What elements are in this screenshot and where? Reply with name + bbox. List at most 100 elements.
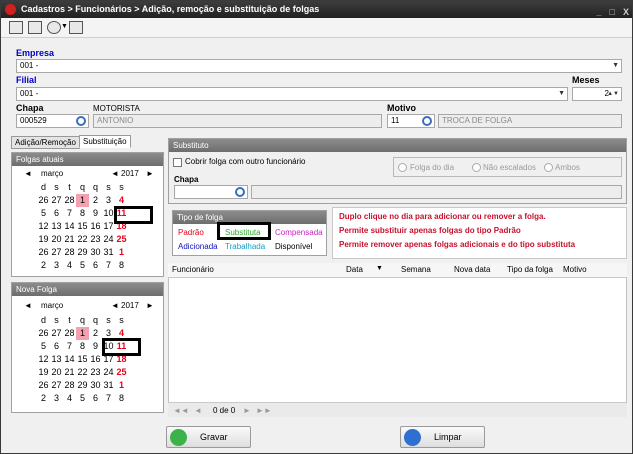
- calendar-day[interactable]: 8: [76, 340, 89, 353]
- users-icon[interactable]: [69, 21, 83, 34]
- calendar-day[interactable]: 13: [50, 220, 63, 233]
- calendar-day[interactable]: 31: [102, 246, 115, 259]
- meses-stepper[interactable]: 2 ▲▼: [572, 87, 622, 101]
- calendar-day[interactable]: 15: [76, 353, 89, 366]
- search-icon[interactable]: [422, 116, 432, 126]
- calendar-day[interactable]: 20: [50, 366, 63, 379]
- calendar-day[interactable]: 20: [50, 233, 63, 246]
- prev-month-button[interactable]: ◄: [24, 301, 32, 310]
- motivo-input[interactable]: 11: [387, 114, 435, 128]
- calendar-day[interactable]: 26: [37, 327, 50, 340]
- calendar-day[interactable]: 12: [37, 353, 50, 366]
- calendar-day[interactable]: 9: [89, 207, 102, 220]
- sort-down-icon[interactable]: ▼: [376, 265, 383, 272]
- calendar-day[interactable]: 23: [89, 366, 102, 379]
- calendar-day[interactable]: 16: [89, 220, 102, 233]
- calendar-day[interactable]: 19: [37, 366, 50, 379]
- col-nova-data[interactable]: Nova data: [454, 265, 490, 274]
- prev-month-button[interactable]: ◄: [24, 169, 32, 178]
- calendar-day[interactable]: 7: [63, 207, 76, 220]
- calendar-day[interactable]: 6: [89, 392, 102, 405]
- calendar-day[interactable]: 21: [63, 233, 76, 246]
- ambos-radio[interactable]: [544, 163, 553, 172]
- col-semana[interactable]: Semana: [401, 265, 431, 274]
- calendar-day[interactable]: 28: [63, 379, 76, 392]
- calendar-day[interactable]: 29: [76, 246, 89, 259]
- calendar-day[interactable]: 8: [115, 392, 128, 405]
- next-year-button[interactable]: ►: [146, 169, 154, 178]
- calendar-day[interactable]: 1: [115, 379, 128, 392]
- folgas-atuais-calendar[interactable]: d s t q q s s 26 27 28 1 2 3 4 5 6 7 8 9 10 11 12 13 14 15 16 17 18…: [37, 181, 128, 272]
- first-page-button[interactable]: ◄◄: [173, 406, 189, 415]
- exit-icon[interactable]: [9, 21, 23, 34]
- folga-do-dia-radio[interactable]: [398, 163, 407, 172]
- substituto-chapa-input[interactable]: [174, 185, 248, 199]
- calendar-day[interactable]: 5: [37, 340, 50, 353]
- col-motivo[interactable]: Motivo: [563, 265, 587, 274]
- calendar-day[interactable]: 28: [63, 246, 76, 259]
- calendar-day[interactable]: 5: [76, 259, 89, 272]
- calendar-day[interactable]: 16: [89, 353, 102, 366]
- save-button[interactable]: Gravar: [166, 426, 251, 448]
- calendar-day[interactable]: 3: [50, 392, 63, 405]
- calendar-day[interactable]: 2: [37, 392, 50, 405]
- calendar-day[interactable]: 26: [37, 379, 50, 392]
- filial-select[interactable]: 001 - ▼: [16, 87, 568, 101]
- calendar-day[interactable]: 13: [50, 353, 63, 366]
- chapa-input[interactable]: 000529: [16, 114, 89, 128]
- calendar-day[interactable]: 26: [37, 194, 50, 207]
- calendar-day[interactable]: 6: [50, 340, 63, 353]
- calendar-day[interactable]: 12: [37, 220, 50, 233]
- calendar-day[interactable]: 30: [89, 246, 102, 259]
- col-tipo-folga[interactable]: Tipo da folga: [507, 265, 553, 274]
- tab-adicao-remocao[interactable]: Adição/Remoção: [11, 136, 80, 149]
- search-icon[interactable]: [76, 116, 86, 126]
- calendar-day[interactable]: 24: [102, 233, 115, 246]
- calendar-day[interactable]: 14: [63, 220, 76, 233]
- calendar-day[interactable]: 2: [89, 327, 102, 340]
- calendar-day[interactable]: 27: [50, 379, 63, 392]
- calendar-day[interactable]: 7: [102, 259, 115, 272]
- calendar-day[interactable]: 27: [50, 246, 63, 259]
- calendar-day[interactable]: 7: [63, 340, 76, 353]
- stepper-arrows-icon[interactable]: ▲▼: [607, 88, 619, 100]
- search-icon[interactable]: [235, 187, 245, 197]
- calendar-day[interactable]: 1: [76, 194, 89, 207]
- list-icon[interactable]: [28, 21, 42, 34]
- calendar-day[interactable]: 4: [63, 259, 76, 272]
- tab-substituicao[interactable]: Substituição: [79, 135, 131, 148]
- calendar-day[interactable]: 27: [50, 327, 63, 340]
- empresa-select[interactable]: 001 - ▼: [16, 59, 622, 73]
- prev-page-button[interactable]: ◄: [194, 406, 202, 415]
- calendar-day[interactable]: 31: [102, 379, 115, 392]
- calendar-day[interactable]: 24: [102, 366, 115, 379]
- calendar-day[interactable]: 2: [89, 194, 102, 207]
- calendar-day[interactable]: 6: [89, 259, 102, 272]
- calendar-day[interactable]: 19: [37, 233, 50, 246]
- last-page-button[interactable]: ►►: [256, 406, 272, 415]
- calendar-day[interactable]: 21: [63, 366, 76, 379]
- calendar-day[interactable]: 28: [63, 327, 76, 340]
- col-funcionario[interactable]: Funcionário: [172, 265, 214, 274]
- calendar-day[interactable]: 14: [63, 353, 76, 366]
- calendar-day[interactable]: 26: [37, 246, 50, 259]
- prev-year-button[interactable]: ◄: [111, 169, 119, 178]
- calendar-day[interactable]: 5: [37, 207, 50, 220]
- calendar-day[interactable]: 25: [115, 366, 128, 379]
- nova-folga-calendar[interactable]: d s t q q s s 26 27 28 1 2 3 4 5 6 7 8 9 10 11 12 13 14 15 16 17 18…: [37, 314, 128, 405]
- next-year-button[interactable]: ►: [146, 301, 154, 310]
- calendar-day[interactable]: 15: [76, 220, 89, 233]
- search-dropdown-icon[interactable]: ▼: [61, 23, 68, 30]
- calendar-day[interactable]: 30: [89, 379, 102, 392]
- calendar-day[interactable]: 8: [115, 259, 128, 272]
- prev-year-button[interactable]: ◄: [111, 301, 119, 310]
- search-icon[interactable]: [47, 21, 61, 34]
- calendar-day[interactable]: 28: [63, 194, 76, 207]
- calendar-day[interactable]: 3: [50, 259, 63, 272]
- calendar-day[interactable]: 9: [89, 340, 102, 353]
- calendar-day[interactable]: 25: [115, 233, 128, 246]
- calendar-day[interactable]: 22: [76, 233, 89, 246]
- calendar-day[interactable]: 6: [50, 207, 63, 220]
- calendar-day[interactable]: 27: [50, 194, 63, 207]
- calendar-day[interactable]: 7: [102, 392, 115, 405]
